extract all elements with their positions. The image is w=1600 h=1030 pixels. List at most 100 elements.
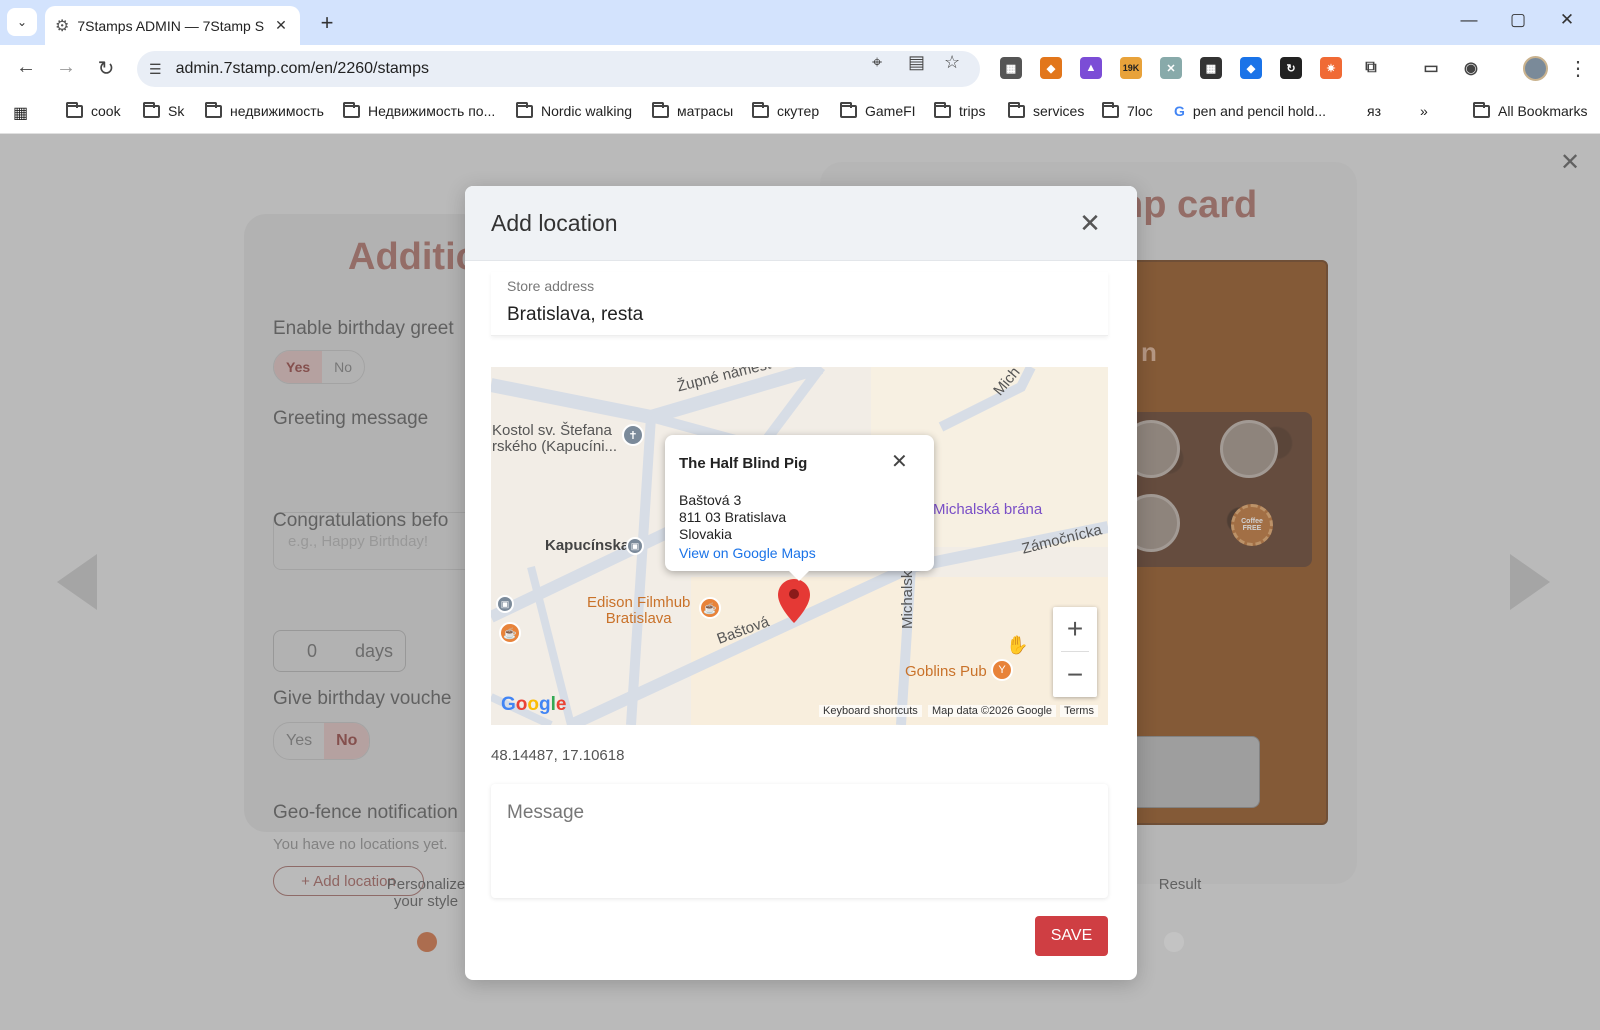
google-logo: Google — [501, 694, 567, 715]
bookmark-folder[interactable]: скутер — [752, 101, 819, 119]
location-icon[interactable]: ⌖ — [872, 52, 882, 73]
map-place-label: Edison Filmhub Bratislava — [587, 594, 691, 627]
browser-toolbar: ← → ↻ ☰ admin.7stamp.com/en/2260/stamps … — [0, 45, 1600, 91]
bookmark-google[interactable]: Gpen and pencil hold... — [1174, 103, 1326, 119]
maximize-button[interactable]: ▢ — [1503, 10, 1533, 30]
bookmark-folder[interactable]: Недвижимость по... — [343, 101, 495, 119]
store-address-input[interactable] — [507, 304, 1067, 326]
map-place-label: Kapucínska — [545, 537, 630, 554]
bookmark-folder[interactable]: cook — [66, 101, 121, 119]
message-input[interactable] — [491, 784, 1108, 898]
cross-extension-icon[interactable]: ✕ — [1160, 57, 1182, 79]
star-icon[interactable]: ☆ — [944, 52, 960, 73]
screenshot-icon[interactable]: ◉ — [1460, 57, 1482, 79]
coordinates-text: 48.14487, 17.10618 — [491, 747, 625, 764]
close-icon[interactable]: ✕ — [1076, 208, 1104, 239]
folder-icon — [1473, 101, 1490, 118]
folder-icon — [205, 101, 222, 118]
info-address-line: Slovakia — [679, 526, 732, 542]
tab-strip: ⌄ ⚙ 7Stamps ADMIN — 7Stamp Sh ✕ + — ▢ ✕ — [0, 0, 1600, 45]
folder-icon — [143, 101, 160, 118]
minimize-button[interactable]: — — [1454, 10, 1484, 30]
info-title: The Half Blind Pig — [679, 455, 808, 472]
folder-icon — [1008, 101, 1025, 118]
transit-stop-icon[interactable]: ▣ — [626, 537, 644, 555]
folder-icon — [343, 101, 360, 118]
map-place-label: Goblins Pub — [905, 663, 987, 680]
purple-extension-icon[interactable]: ▲ — [1080, 57, 1102, 79]
google-map[interactable]: Župné námest Mich Kostol sv. Štefana rsk… — [491, 367, 1108, 725]
cast-icon[interactable]: ▭ — [1420, 57, 1442, 79]
metamask-icon[interactable]: ◆ — [1040, 57, 1062, 79]
tab-title: 7Stamps ADMIN — 7Stamp Sh — [77, 17, 264, 34]
info-close-icon[interactable]: ✕ — [891, 449, 908, 474]
puzzle-icon[interactable]: ⧉ — [1360, 57, 1382, 79]
transit-stop-icon[interactable]: ▣ — [496, 595, 514, 613]
terms-link[interactable]: Terms — [1060, 705, 1098, 717]
message-field[interactable] — [491, 784, 1108, 898]
gear-icon: ⚙ — [55, 17, 70, 35]
info-address-line: 811 03 Bratislava — [679, 509, 787, 525]
new-tab-button[interactable]: + — [315, 10, 339, 36]
modal-title: Add location — [491, 210, 618, 236]
site-settings-icon[interactable]: ☰ — [149, 61, 162, 78]
map-place-label: Kostol sv. Štefana rského (Kapucíni... — [492, 422, 618, 455]
close-window-button[interactable]: ✕ — [1552, 10, 1582, 30]
apps-grid-icon[interactable]: ▦ — [13, 103, 28, 123]
qr-extension-icon[interactable]: ▦ — [1000, 57, 1022, 79]
map-info-window: The Half Blind Pig ✕ Baštová 3 811 03 Br… — [665, 435, 934, 581]
store-address-label: Store address — [507, 278, 595, 294]
folder-icon — [840, 101, 857, 118]
tab-search-button[interactable]: ⌄ — [7, 8, 37, 36]
more-bookmarks-icon[interactable]: » — [1420, 103, 1428, 119]
bookmark-folder[interactable]: trips — [934, 101, 985, 119]
folder-icon — [934, 101, 951, 118]
folder-icon — [66, 101, 83, 118]
view-on-google-maps-link[interactable]: View on Google Maps — [679, 545, 816, 561]
folder-icon — [652, 101, 669, 118]
reload-button[interactable]: ↻ — [94, 56, 118, 81]
qr-code-icon[interactable]: ▦ — [1200, 57, 1222, 79]
bar-pin-icon[interactable]: Y — [991, 659, 1013, 681]
url-text: admin.7stamp.com/en/2260/stamps — [175, 60, 430, 77]
bookmarks-bar: ▦ cook Sk недвижимость Недвижимость по..… — [0, 91, 1600, 134]
church-pin-icon[interactable]: ✝ — [622, 424, 644, 446]
bookmark-folder[interactable]: services — [1008, 101, 1084, 119]
active-tab[interactable]: ⚙ 7Stamps ADMIN — 7Stamp Sh ✕ — [45, 6, 300, 45]
menu-icon[interactable]: ⋮ — [1566, 56, 1590, 81]
bookmark-folder[interactable]: Sk — [143, 101, 184, 119]
all-bookmarks[interactable]: All Bookmarks — [1473, 101, 1587, 119]
extension-badge-icon[interactable]: 19K — [1120, 57, 1142, 79]
map-data-text: Map data ©2026 Google — [928, 705, 1057, 717]
bookmark-ya[interactable]: яз — [1367, 103, 1381, 119]
sync-extension-icon[interactable]: ↻ — [1280, 57, 1302, 79]
bookmark-folder[interactable]: GameFI — [840, 101, 916, 119]
hand-cursor-icon: ✋ — [1006, 635, 1029, 655]
profile-avatar[interactable] — [1523, 56, 1548, 81]
google-icon: G — [1174, 103, 1185, 119]
back-button[interactable]: ← — [14, 56, 38, 79]
keyboard-shortcuts-link[interactable]: Keyboard shortcuts — [819, 705, 922, 717]
add-location-modal: Add location ✕ Store address Župné námes… — [465, 186, 1137, 980]
bookmark-folder[interactable]: матрасы — [652, 101, 733, 119]
save-button[interactable]: SAVE — [1035, 916, 1108, 956]
bookmark-folder[interactable]: 7loc — [1102, 101, 1153, 119]
tab-close-icon[interactable]: ✕ — [272, 17, 290, 34]
zoom-in-button[interactable]: + — [1053, 607, 1097, 651]
sun-extension-icon[interactable]: ✷ — [1320, 57, 1342, 79]
bookmark-folder[interactable]: недвижимость — [205, 101, 324, 119]
modal-header: Add location ✕ — [465, 186, 1137, 261]
address-bar[interactable]: ☰ admin.7stamp.com/en/2260/stamps — [137, 51, 980, 87]
map-place-label: Michalská brána — [933, 501, 1043, 518]
folder-icon — [1102, 101, 1119, 118]
bookmark-folder[interactable]: Nordic walking — [516, 101, 632, 119]
map-marker-icon[interactable] — [778, 579, 810, 623]
cafe-pin-icon[interactable]: ☕ — [699, 597, 721, 619]
map-street-label: Michalsk — [899, 570, 916, 629]
cafe-pin-icon[interactable]: ☕ — [499, 622, 521, 644]
clipboard-icon[interactable]: ▤ — [908, 52, 925, 73]
forward-button[interactable]: → — [54, 56, 78, 79]
zoom-out-button[interactable]: − — [1053, 653, 1097, 697]
tag-extension-icon[interactable]: ◆ — [1240, 57, 1262, 79]
store-address-field[interactable]: Store address — [491, 272, 1108, 336]
